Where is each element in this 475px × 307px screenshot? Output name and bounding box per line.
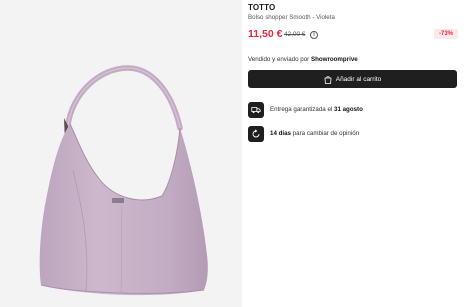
add-to-cart-button[interactable]: Añadir al carrito xyxy=(248,70,457,88)
original-price: 42,00 € xyxy=(284,31,306,38)
info-icon[interactable]: i xyxy=(310,30,318,39)
seller-prefix: Vendido y enviado por xyxy=(248,56,310,63)
product-name: Bolso shopper Smooth - Violeta xyxy=(248,14,335,21)
delivery-text: Entrega garantizada el xyxy=(270,106,333,113)
price-row: 11,50 € 42,00 € i -73% xyxy=(248,28,458,42)
seller-name[interactable]: Showroomprive xyxy=(311,56,358,63)
delivery-info: Entrega garantizada el 31 agosto xyxy=(248,102,458,118)
truck-icon xyxy=(248,102,264,118)
add-to-cart-label: Añadir al carrito xyxy=(335,75,382,83)
current-price: 11,50 € xyxy=(248,28,283,40)
product-info: TOTTO Bolso shopper Smooth - Violeta 11,… xyxy=(248,0,458,307)
return-text: para cambiar de opinión xyxy=(292,130,360,137)
discount-badge: -73% xyxy=(433,29,458,39)
product-image[interactable] xyxy=(0,0,242,307)
return-icon xyxy=(248,126,264,142)
handbag-illustration xyxy=(39,65,208,296)
return-days: 14 días xyxy=(270,130,291,137)
seller-info: Vendido y enviado por Showroomprive xyxy=(248,56,358,63)
return-info: 14 días para cambiar de opinión xyxy=(248,126,458,142)
shopping-bag-icon xyxy=(324,75,332,84)
product-brand[interactable]: TOTTO xyxy=(248,3,275,12)
delivery-date: 31 agosto xyxy=(334,106,363,113)
